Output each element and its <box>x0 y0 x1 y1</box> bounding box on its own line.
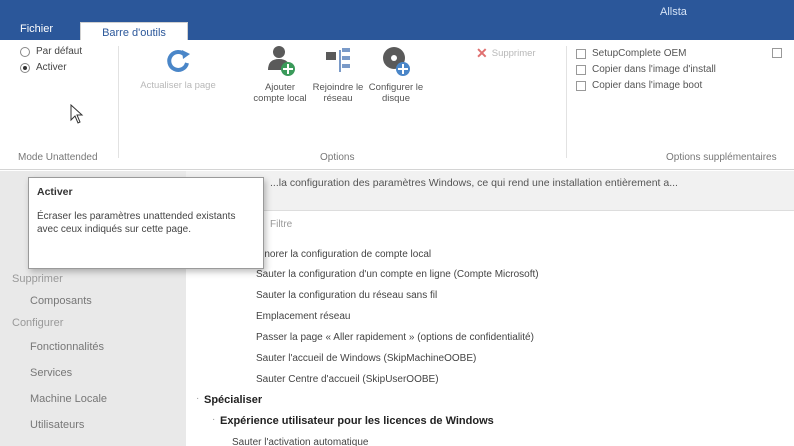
list-item[interactable]: Sauter la configuration d'un compte en l… <box>256 269 539 280</box>
list-item[interactable]: Sauter la configuration du réseau sans f… <box>256 290 437 301</box>
ribbon-divider <box>566 46 567 158</box>
refresh-icon <box>167 49 190 72</box>
checkbox-copy-install-label: Copier dans l'image d'install <box>592 64 716 75</box>
section-heading: Spécialiser <box>204 394 263 406</box>
group-label-options: Options <box>320 152 355 163</box>
checkbox-setupcomplete-label: SetupComplete OEM <box>592 48 687 59</box>
checkbox-copy-boot-label: Copier dans l'image boot <box>592 80 703 91</box>
list-item[interactable]: Sauter Centre d'accueil (SkipUserOOBE) <box>256 374 439 385</box>
app-title: Allsta <box>660 6 687 18</box>
group-label-extra-options: Options supplémentaires <box>666 152 777 163</box>
collapse-toggle-icon[interactable]: · <box>212 414 215 425</box>
list-item[interactable]: Sauter l'accueil de Windows (SkipMachine… <box>256 353 476 364</box>
sidebar-heading-configure: Configurer <box>12 317 64 329</box>
refresh-page-button[interactable]: Actualiser la page <box>128 46 228 91</box>
info-text: ...la configuration des paramètres Windo… <box>270 177 678 189</box>
column-header: Filtre <box>270 219 293 230</box>
collapse-toggle-icon[interactable]: · <box>196 393 199 404</box>
sidebar-item-services[interactable]: Services <box>30 367 72 379</box>
sidebar-item-components[interactable]: Composants <box>30 295 92 307</box>
tab-file[interactable]: Fichier <box>14 18 59 40</box>
tab-toolbar[interactable]: Barre d'outils <box>80 22 188 42</box>
list-item[interactable]: Ignorer la configuration de compte local <box>256 249 431 260</box>
checkbox-extra-box[interactable] <box>772 48 782 58</box>
sidebar-item-users[interactable]: Utilisateurs <box>30 419 84 431</box>
network-icon <box>326 48 350 72</box>
ribbon-divider <box>118 46 119 158</box>
radio-default-icon[interactable] <box>20 46 30 57</box>
checkbox-copy-install-box[interactable] <box>576 64 586 75</box>
list-item[interactable]: Emplacement réseau <box>256 311 351 322</box>
checkbox-copy-boot-box[interactable] <box>576 80 586 91</box>
list-item[interactable]: Passer la page « Aller rapidement » (opt… <box>256 332 534 343</box>
checkbox-copy-boot[interactable]: Copier dans l'image boot <box>576 80 702 91</box>
tooltip-body: Écraser les paramètres unattended exista… <box>37 211 236 235</box>
join-network-button[interactable]: Rejoindre le réseau <box>312 44 364 104</box>
checkbox-copy-install[interactable]: Copier dans l'image d'install <box>576 64 716 75</box>
add-local-account-label: Ajouter compte local <box>253 82 307 104</box>
configure-disk-label: Configurer le disque <box>368 82 424 104</box>
group-label-unattended: Mode Unattended <box>18 152 98 163</box>
refresh-page-label: Actualiser la page <box>140 80 216 91</box>
sidebar-item-local-machine[interactable]: Machine Locale <box>30 393 107 405</box>
radio-default[interactable]: Par défaut <box>20 46 82 57</box>
tooltip-title: Activer <box>37 186 73 198</box>
ribbon: Par défaut Activer Mode Unattended Actua… <box>0 40 794 170</box>
radio-default-label: Par défaut <box>36 46 83 57</box>
checkbox-setupcomplete[interactable]: SetupComplete OEM <box>576 48 687 59</box>
radio-enable-label: Activer <box>36 62 67 73</box>
settings-list: Filtre Ignorer la configuration de compt… <box>186 211 794 446</box>
add-local-account-button[interactable]: Ajouter compte local <box>250 44 310 104</box>
checkbox-setupcomplete-box[interactable] <box>576 48 586 59</box>
sidebar-item-features[interactable]: Fonctionnalités <box>30 341 104 353</box>
mouse-cursor-icon <box>70 104 84 124</box>
sidebar-heading-remove: Supprimer <box>12 273 63 285</box>
section-heading: Expérience utilisateur pour les licences… <box>220 415 494 427</box>
disk-icon <box>383 47 410 76</box>
info-bar: ...la configuration des paramètres Windo… <box>186 171 794 211</box>
configure-disk-button[interactable]: Configurer le disque <box>364 44 428 104</box>
delete-button[interactable]: ✕ Supprimer <box>476 45 556 61</box>
add-user-icon <box>268 46 295 76</box>
tooltip: Activer Écraser les paramètres unattende… <box>28 177 264 269</box>
radio-enable[interactable]: Activer <box>20 62 67 73</box>
delete-icon: ✕ <box>476 45 488 61</box>
list-item[interactable]: Sauter l'activation automatique <box>232 437 368 446</box>
join-network-label: Rejoindre le réseau <box>312 82 364 104</box>
delete-label: Supprimer <box>491 48 536 59</box>
radio-enable-icon[interactable] <box>20 62 30 73</box>
